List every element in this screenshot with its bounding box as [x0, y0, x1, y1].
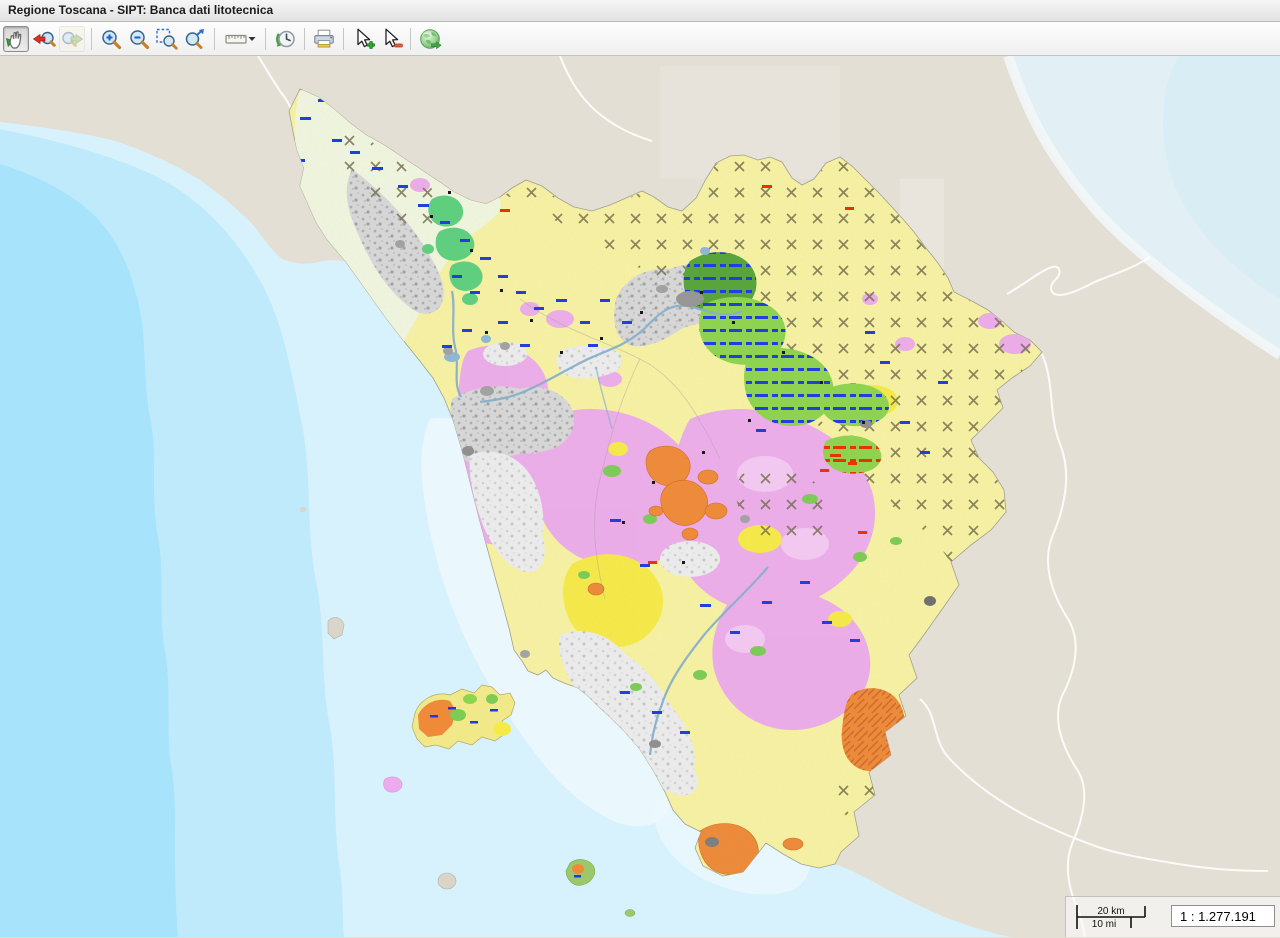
magnifier-dashed-box-icon — [155, 27, 179, 51]
toolbar-separator — [343, 28, 344, 50]
measure-button[interactable] — [221, 26, 259, 52]
toolbar-separator — [91, 28, 92, 50]
clock-green-arrow-icon — [273, 27, 297, 51]
scale-ratio-input[interactable]: 1 : 1.277.191 — [1171, 905, 1275, 927]
printer-icon — [312, 27, 336, 51]
magnifier-red-back-arrow-icon — [32, 27, 56, 51]
magnifier-green-forward-arrow-icon — [60, 27, 84, 51]
dropdown-caret-icon — [248, 36, 256, 42]
globe-icon — [418, 27, 442, 51]
zoom-next-button[interactable] — [59, 26, 85, 52]
toolbar-separator — [304, 28, 305, 50]
gorgona-island — [300, 507, 306, 512]
scale-panel: 20 km 10 mi 1 : 1.277.191 — [1065, 896, 1280, 937]
map-canvas[interactable] — [0, 56, 1280, 937]
pan-hand-icon — [4, 27, 28, 51]
zoom-full-extent-button[interactable] — [182, 26, 208, 52]
cursor-plus-icon — [351, 27, 375, 51]
select-remove-button[interactable] — [378, 26, 404, 52]
select-add-button[interactable] — [350, 26, 376, 52]
magnifier-plus-icon — [99, 27, 123, 51]
magnifier-minus-icon — [127, 27, 151, 51]
pan-button[interactable] — [3, 26, 29, 52]
scalebar-km-label: 20 km — [1097, 906, 1124, 917]
zoom-rectangle-button[interactable] — [154, 26, 180, 52]
pianosa-island — [384, 777, 402, 792]
giannutri-island — [625, 910, 635, 917]
cursor-minus-icon — [379, 27, 403, 51]
map-toolbar — [0, 22, 1280, 56]
toolbar-separator — [265, 28, 266, 50]
overview-button[interactable] — [417, 26, 443, 52]
montecristo-island — [438, 873, 456, 889]
ruler-icon — [225, 27, 247, 51]
zoom-previous-button[interactable] — [31, 26, 57, 52]
scalebar-mi-label: 10 mi — [1092, 919, 1116, 930]
toolbar-separator — [410, 28, 411, 50]
map-viewport[interactable]: 20 km 10 mi 1 : 1.277.191 — [0, 56, 1280, 937]
zoom-out-button[interactable] — [126, 26, 152, 52]
extent-history-button[interactable] — [272, 26, 298, 52]
magnifier-arrow-out-icon — [183, 27, 207, 51]
scalebar: 20 km 10 mi — [1073, 902, 1173, 932]
zoom-in-button[interactable] — [98, 26, 124, 52]
toolbar-separator — [214, 28, 215, 50]
window-title: Regione Toscana - SIPT: Banca dati litot… — [0, 0, 1280, 22]
print-button[interactable] — [311, 26, 337, 52]
